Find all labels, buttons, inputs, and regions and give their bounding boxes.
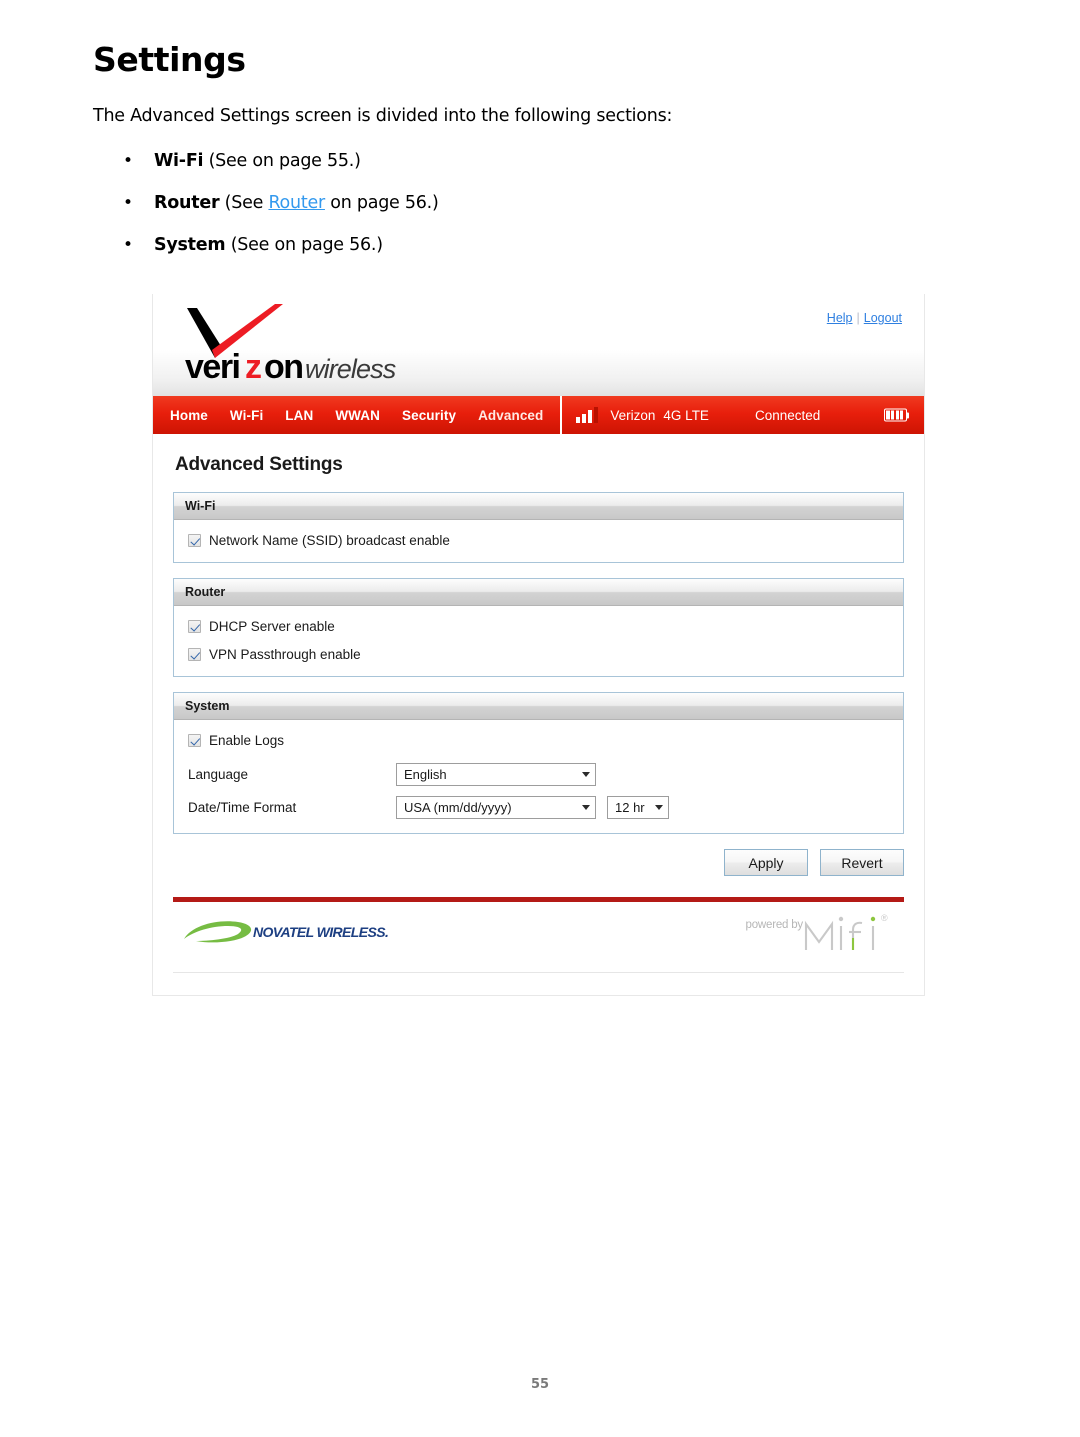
date-format-select[interactable]: USA (mm/dd/yyyy) [396,796,596,819]
checkbox-row-dhcp-server[interactable]: DHCP Server enable [188,619,889,634]
bullet-text-pre: (See on page [203,151,328,172]
chevron-down-icon [582,772,590,777]
form-action-buttons: Apply Revert [173,849,904,876]
bullet-dot-icon: • [123,234,133,255]
mifi-registered-mark: ® [881,913,888,923]
router-admin-screenshot-figure: veri z on wireless Help | Logout Home Wi-F… [152,294,925,996]
panel-router: Router DHCP Server enable VPN Passthroug… [173,578,904,677]
field-row-language: Language English [188,763,889,786]
help-link[interactable]: Help [827,311,853,325]
nav-tab-wwan[interactable]: WWAN [335,408,380,423]
page-title: Settings [93,40,246,79]
time-format-select-value: 12 hr [615,800,645,815]
header-links: Help | Logout [827,311,902,325]
panel-body-wifi: Network Name (SSID) broadcast enable [174,520,903,562]
bullet-dot-icon: • [123,193,133,214]
bullet-term: Wi-Fi [154,151,204,172]
mifi-logo: ® [804,913,888,950]
language-select[interactable]: English [396,763,596,786]
bullet-dot-icon: • [123,151,133,172]
checkbox-row-ssid-broadcast[interactable]: Network Name (SSID) broadcast enable [188,533,889,548]
panel-header-wifi: Wi-Fi [174,493,903,520]
carrier-name: Verizon [610,407,656,423]
cross-reference-link-router[interactable]: Router [268,193,325,213]
novatel-wireless-logo: NOVATEL WIRELESS. [182,918,389,946]
connection-status-group: Verizon 4G LTE Connected [562,396,924,434]
panel-system: System Enable Logs Language English Date… [173,692,904,834]
nav-tab-security[interactable]: Security [402,408,456,423]
checkbox-row-enable-logs[interactable]: Enable Logs [188,733,889,748]
bullet-term: System [154,234,226,255]
checkbox-vpn-passthrough[interactable] [188,648,201,661]
nav-tab-wifi[interactable]: Wi-Fi [230,408,263,423]
panel-body-router: DHCP Server enable VPN Passthrough enabl… [174,606,903,676]
mifi-branding: powered by ® [746,908,898,954]
bullet-text-pre: (See on page [225,234,350,255]
nav-tab-group: Home Wi-Fi LAN WWAN Security Advanced [153,396,563,434]
field-label-language: Language [188,767,249,782]
verizon-wireless-logo: veri z on wireless [185,304,397,386]
bullet-text-pre: (See [219,193,269,214]
svg-text:veri: veri [185,348,240,386]
checkbox-label-enable-logs: Enable Logs [209,733,285,748]
date-format-select-value: USA (mm/dd/yyyy) [404,800,512,815]
checkbox-enable-logs[interactable] [188,734,201,747]
bullet-item-system: • System (See on page 56.) [93,235,993,257]
brand-header: veri z on wireless Help | Logout [153,294,924,396]
field-label-datetime-format: Date/Time Format [188,800,297,815]
powered-by-label: powered by [745,919,804,931]
bullet-text-post: 55.) [327,151,361,172]
apply-button[interactable]: Apply [724,849,808,876]
logout-link[interactable]: Logout [864,311,902,325]
bullet-text-post: on page 56.) [324,193,439,214]
bullet-text-post: 56.) [349,234,383,255]
time-format-select[interactable]: 12 hr [607,796,669,819]
page-folio: 55 [530,1377,550,1392]
page-footer: NOVATEL WIRELESS. powered by ® [173,902,904,973]
panel-body-system: Enable Logs Language English Date/Time F… [174,720,903,833]
signal-strength-icon [576,406,600,423]
svg-text:z: z [245,348,261,386]
network-type-label: 4G LTE [663,407,709,423]
panel-wifi: Wi-Fi Network Name (SSID) broadcast enab… [173,492,904,563]
svg-text:wireless: wireless [305,354,396,384]
panel-header-system: System [174,693,903,720]
bullet-item-router: • Router (See Router on page 56.) [93,193,993,215]
novatel-wordmark: NOVATEL WIRELESS. [253,924,389,940]
checkbox-label-dhcp-server: DHCP Server enable [209,619,335,634]
checkbox-label-ssid-broadcast: Network Name (SSID) broadcast enable [209,533,450,548]
intro-paragraph: The Advanced Settings screen is divided … [93,106,673,127]
document-body: Settings The Advanced Settings screen is… [93,40,993,277]
checkbox-ssid-broadcast[interactable] [188,534,201,547]
nav-tab-lan[interactable]: LAN [285,408,313,423]
checkbox-dhcp-server[interactable] [188,620,201,633]
chevron-down-icon [655,805,663,810]
svg-text:on: on [264,348,303,386]
main-navigation-bar: Home Wi-Fi LAN WWAN Security Advanced Ve… [153,396,924,434]
checkbox-row-vpn-passthrough[interactable]: VPN Passthrough enable [188,647,889,662]
section-bullet-list: • Wi-Fi (See on page 55.) • Router (See Ro… [93,151,993,257]
link-separator: | [856,311,860,325]
revert-button[interactable]: Revert [820,849,904,876]
panel-header-router: Router [174,579,903,606]
bullet-item-wifi: • Wi-Fi (See on page 55.) [93,151,993,173]
language-select-value: English [404,767,447,782]
chevron-down-icon [582,805,590,810]
bullet-term: Router [154,193,220,214]
field-row-datetime-format: Date/Time Format USA (mm/dd/yyyy) 12 hr [188,796,889,819]
nav-tab-advanced[interactable]: Advanced [478,408,543,423]
checkbox-label-vpn-passthrough: VPN Passthrough enable [209,647,361,662]
admin-page-content: Advanced Settings Wi-Fi Network Name (SS… [153,434,924,876]
novatel-swoosh-icon [184,921,252,943]
nav-tab-home[interactable]: Home [170,408,208,423]
connection-state-label: Connected [754,407,821,423]
advanced-settings-heading: Advanced Settings [175,454,343,475]
battery-icon [884,408,907,422]
